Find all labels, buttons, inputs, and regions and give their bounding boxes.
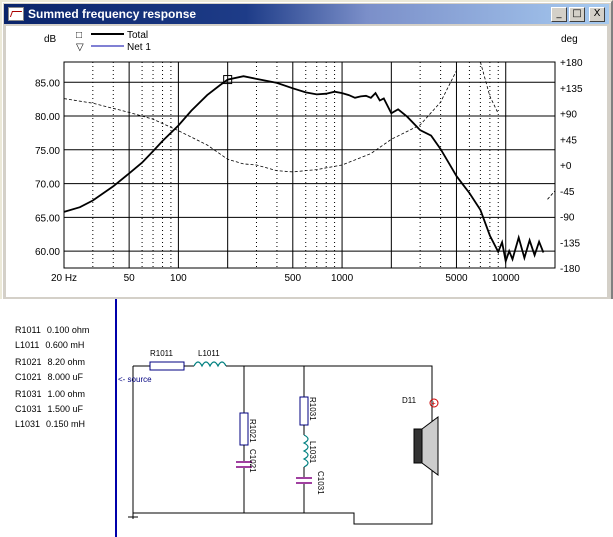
left-tick-label: 70.00 — [35, 180, 60, 191]
crossover-schematic: <- source R1011 L1011 D11 R1021 C1021 R1… — [115, 299, 439, 537]
left-tick-label: 65.00 — [35, 213, 60, 224]
wire-bottom-rail — [133, 467, 433, 525]
legend-total-symbol: □ — [76, 30, 82, 41]
x-axis-ticks: 20 Hz 50 100 500 1000 5000 10000 — [51, 273, 520, 284]
legend-net1-label: Net 1 — [127, 42, 151, 53]
left-tick-label: 80.00 — [35, 112, 60, 123]
r1031-label: R1031 — [308, 397, 317, 421]
right-tick-label: +180 — [560, 58, 583, 69]
schematic-wires — [128, 361, 439, 525]
x-tick-label: 100 — [170, 273, 187, 284]
left-axis-label: dB — [44, 34, 57, 45]
x-tick-label: 5000 — [445, 273, 468, 284]
left-axis-ticks: 85.00 80.00 75.00 70.00 65.00 60.00 — [35, 78, 60, 258]
c1021-label: C1021 — [248, 449, 257, 473]
resistor-r1031 — [299, 396, 309, 426]
r1021-label: R1021 — [248, 419, 257, 443]
app-chart-icon[interactable] — [8, 7, 24, 21]
right-tick-label: -135 — [560, 238, 580, 249]
d11-label: D11 — [402, 396, 417, 405]
maximize-button[interactable]: □ — [569, 6, 585, 22]
x-tick-label: 10000 — [492, 273, 520, 284]
x-tick-label: 500 — [284, 273, 301, 284]
legend: □ Total ▽ Net 1 — [76, 30, 151, 53]
frequency-response-window: Summed frequency response _ □ X 85.00 80.… — [0, 0, 613, 301]
resistor-r1011 — [149, 361, 185, 371]
x-tick-label: 50 — [124, 273, 136, 284]
c1031-label: C1031 — [316, 471, 325, 495]
right-axis-label: deg — [561, 34, 578, 45]
schematic-panel: R1011 0.100 ohm L1011 0.600 mH R1021 8.20 ohm… — [0, 299, 613, 537]
l1011-label: L1011 — [198, 349, 220, 358]
right-tick-label: -90 — [560, 213, 575, 224]
right-tick-label: +0 — [560, 161, 572, 172]
window-titlebar[interactable]: Summed frequency response _ □ X — [4, 4, 609, 24]
legend-net1-symbol: ▽ — [76, 42, 84, 53]
legend-total-label: Total — [127, 30, 148, 41]
x-tick-label: 20 Hz — [51, 273, 77, 284]
left-tick-label: 75.00 — [35, 146, 60, 157]
right-axis-ticks: +180 +135 +90 +45 +0 -45 -90 -135 -180 — [560, 58, 583, 275]
inductor-l1011 — [193, 361, 227, 368]
plot-area: 85.00 80.00 75.00 70.00 65.00 60.00 +180 +135 +… — [6, 26, 607, 297]
resistor-r1021 — [239, 412, 249, 446]
close-button[interactable]: X — [589, 6, 605, 22]
l1031-label: L1031 — [308, 441, 317, 464]
right-tick-label: +135 — [560, 84, 583, 95]
x-tick-label: 1000 — [331, 273, 354, 284]
right-tick-label: +90 — [560, 110, 577, 121]
minimize-button[interactable]: _ — [551, 6, 567, 22]
frequency-response-chart: 85.0080.0075.0070.0065.0060.00 +180+135+… — [35, 30, 583, 284]
r1011-label: R1011 — [150, 349, 174, 358]
source-label: <- source — [118, 375, 152, 384]
right-tick-label: -180 — [560, 264, 580, 275]
inductor-l1031 — [302, 434, 309, 468]
speaker-magnet — [413, 428, 423, 464]
right-tick-label: -45 — [560, 187, 575, 198]
speaker-cone — [421, 416, 439, 476]
polarity-plus: + — [431, 399, 436, 408]
window-title: Summed frequency response — [28, 7, 197, 21]
left-tick-label: 85.00 — [35, 78, 60, 89]
left-tick-label: 60.00 — [35, 247, 60, 258]
right-tick-label: +45 — [560, 135, 577, 146]
